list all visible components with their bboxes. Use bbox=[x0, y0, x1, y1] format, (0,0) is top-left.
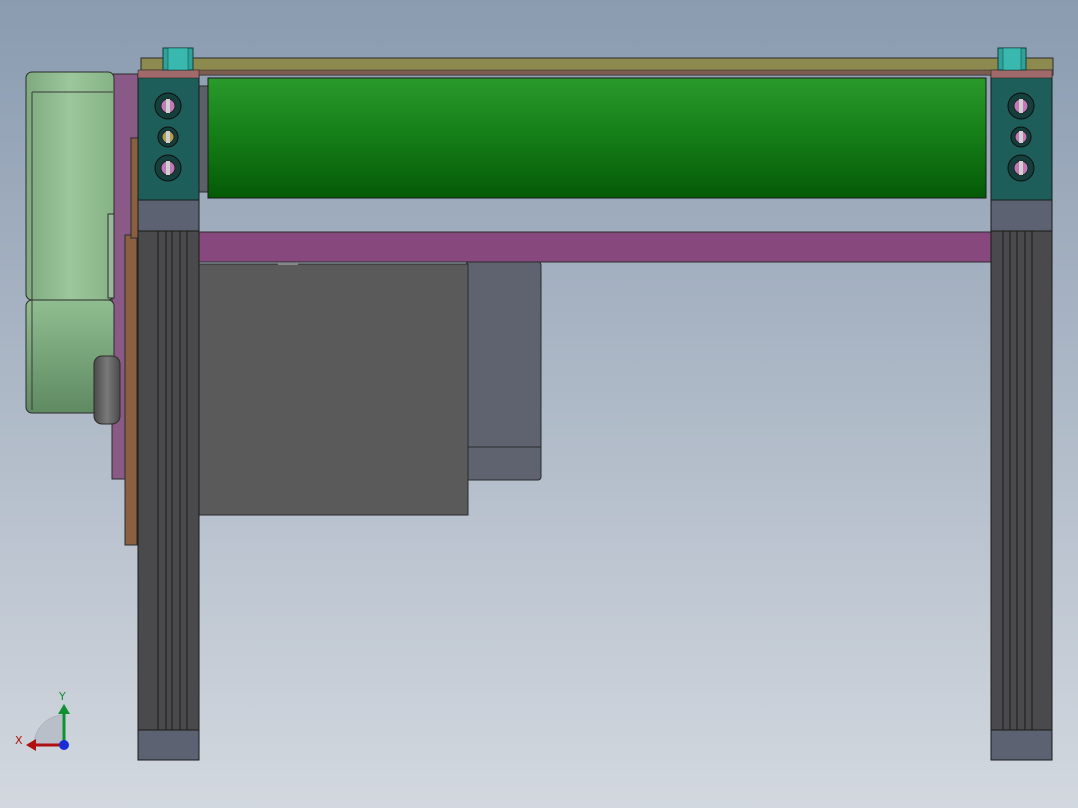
right-top-fastener bbox=[997, 47, 1027, 71]
bolt-hole-icon bbox=[154, 92, 182, 120]
right-bearing-flange bbox=[990, 69, 1053, 79]
motor-shaft bbox=[93, 355, 121, 425]
gearbox[interactable] bbox=[197, 261, 542, 516]
gearbox-front-face bbox=[197, 263, 469, 516]
left-leg-cap-bottom bbox=[137, 729, 200, 761]
bolt-hole-icon bbox=[1007, 92, 1035, 120]
left-bearing-block[interactable] bbox=[137, 69, 200, 201]
right-bearing-block[interactable] bbox=[990, 69, 1053, 201]
cross-beam bbox=[197, 231, 994, 263]
conveyor-roller[interactable] bbox=[198, 77, 987, 199]
top-rail-lip bbox=[140, 69, 1054, 76]
y-axis-label: Y bbox=[58, 690, 66, 703]
left-top-fastener bbox=[162, 47, 194, 71]
motor-terminal bbox=[107, 213, 115, 299]
cad-viewport[interactable]: Y X bbox=[0, 0, 1078, 808]
right-leg-cap-bottom bbox=[990, 729, 1053, 761]
left-bearing-flange bbox=[137, 69, 200, 79]
grease-nipple-icon bbox=[1010, 126, 1032, 148]
x-axis-label: X bbox=[15, 734, 23, 747]
right-frame-leg[interactable] bbox=[990, 199, 1053, 761]
conveyor-model-view[interactable]: Y X bbox=[0, 0, 1078, 808]
grease-nipple-icon bbox=[157, 126, 179, 148]
left-frame-leg[interactable] bbox=[137, 199, 200, 761]
right-leg-post bbox=[990, 199, 1053, 761]
motor-flange bbox=[124, 234, 138, 546]
z-axis-dot bbox=[59, 740, 69, 750]
roller-tube bbox=[207, 77, 987, 199]
right-leg-cap-top bbox=[990, 199, 1053, 232]
bolt-hole-icon bbox=[1007, 154, 1035, 182]
motor-body-upper bbox=[25, 71, 115, 301]
left-leg-cap-top bbox=[137, 199, 200, 232]
bolt-hole-icon bbox=[154, 154, 182, 182]
left-leg-post bbox=[137, 199, 200, 761]
